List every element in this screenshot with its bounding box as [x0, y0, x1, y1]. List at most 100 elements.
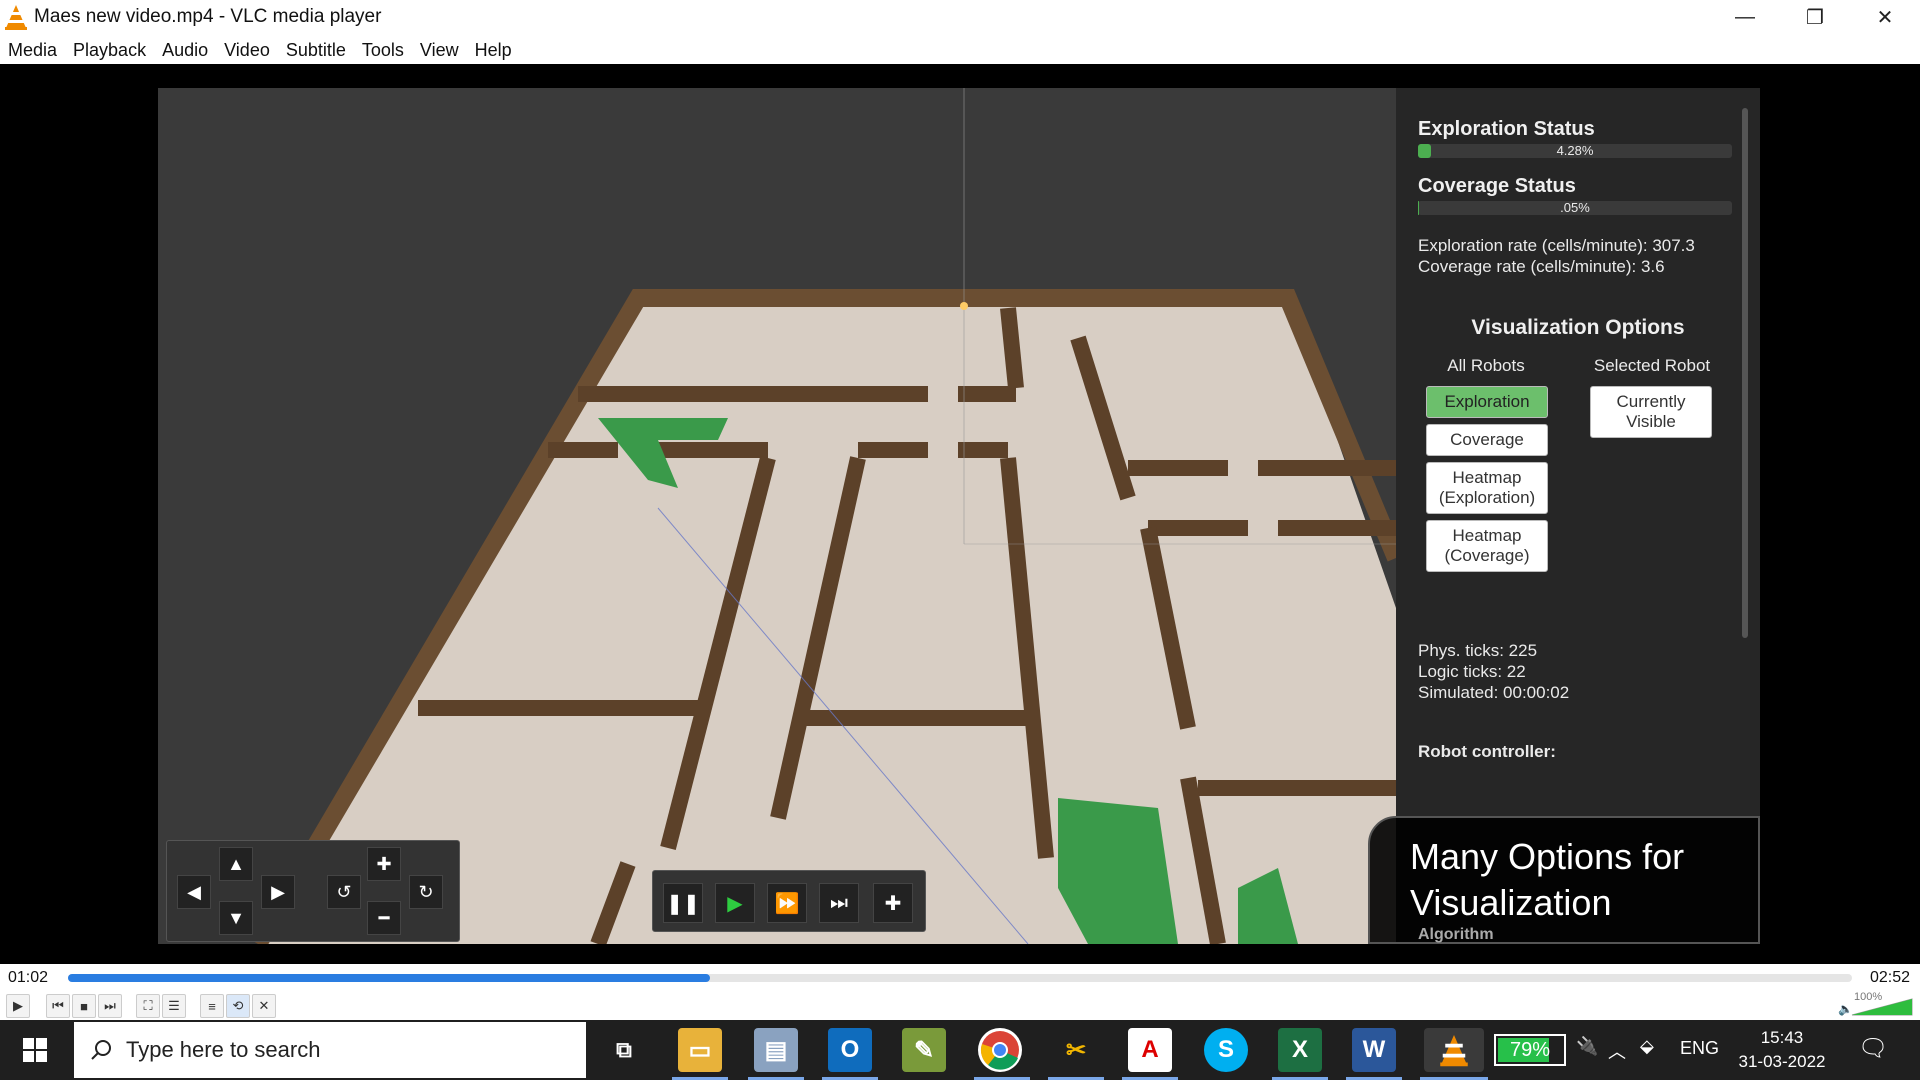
vlc-cone-icon	[1440, 1035, 1468, 1067]
playlist-icon: ≡	[208, 998, 216, 1014]
seek-bar: 01:02 02:52	[0, 964, 1920, 992]
caption-text: Many Options for Visualization	[1410, 834, 1684, 926]
app-pinned-1-button[interactable]: ▤	[754, 1028, 798, 1072]
rotate-right-button[interactable]: ↻	[409, 875, 443, 909]
menu-audio[interactable]: Audio	[154, 40, 216, 61]
visualization-options-title: Visualization Options	[1471, 316, 1685, 339]
exploration-status-title: Exploration Status	[1418, 118, 1595, 140]
menu-media[interactable]: Media	[0, 40, 65, 61]
menu-tools[interactable]: Tools	[354, 40, 412, 61]
right-arrow-icon: ▶	[271, 881, 285, 902]
word-icon: W	[1362, 1036, 1386, 1063]
logic-ticks: Logic ticks: 22	[1418, 662, 1526, 681]
simulated-time: Simulated: 00:00:02	[1418, 683, 1570, 702]
playlist-button[interactable]: ≡	[200, 994, 224, 1018]
maze-scene	[158, 88, 1396, 944]
power-icon[interactable]: 🔌	[1576, 1036, 1598, 1057]
play-button[interactable]: ▶	[6, 994, 30, 1018]
dropbox-icon[interactable]: ⬙	[1640, 1036, 1654, 1057]
restore-button[interactable]: ❐	[1780, 0, 1850, 34]
close-button[interactable]: ✕	[1850, 0, 1920, 34]
stop-button[interactable]: ■	[72, 994, 96, 1018]
caption-subtext: Algorithm	[1418, 926, 1494, 943]
sim-add-button[interactable]: ✚	[873, 883, 913, 923]
video-area[interactable]: Exploration Status 4.28% Coverage Status…	[0, 64, 1920, 964]
maze-render	[250, 88, 1396, 944]
fullscreen-button[interactable]: ⛶	[136, 994, 160, 1018]
acrobat-icon: A	[1141, 1036, 1159, 1063]
file-explorer-button[interactable]: ▭	[678, 1028, 722, 1072]
zoom-in-button[interactable]: ✚	[367, 847, 401, 881]
vlc-taskbar-button[interactable]	[1424, 1028, 1484, 1072]
stop-icon: ■	[80, 998, 88, 1014]
minimize-button[interactable]: —	[1710, 0, 1780, 34]
task-view-button[interactable]: ⧉	[602, 1028, 646, 1072]
menu-playback[interactable]: Playback	[65, 40, 154, 61]
menu-subtitle[interactable]: Subtitle	[278, 40, 354, 61]
next-button[interactable]: ⏭	[98, 994, 122, 1018]
play-icon: ▶	[13, 998, 23, 1013]
pan-up-button[interactable]: ▲	[219, 847, 253, 881]
menu-video[interactable]: Video	[216, 40, 278, 61]
coverage-button[interactable]: Coverage	[1426, 424, 1548, 456]
menu-help[interactable]: Help	[467, 40, 520, 61]
window-title: Maes new video.mp4 - VLC media player	[34, 6, 382, 27]
loop-button[interactable]: ⟲	[226, 994, 250, 1018]
clock[interactable]: 15:43 31-03-2022	[1734, 1026, 1830, 1074]
acrobat-button[interactable]: A	[1128, 1028, 1172, 1072]
taskbar-search[interactable]: Type here to search	[74, 1022, 586, 1078]
zoom-out-button[interactable]: ━	[367, 901, 401, 935]
pan-right-button[interactable]: ▶	[261, 875, 295, 909]
extended-settings-button[interactable]: ☰	[162, 994, 186, 1018]
minus-icon: ━	[378, 907, 390, 928]
chrome-button[interactable]	[978, 1028, 1022, 1072]
simulation-controls: ❚❚ ▶ ⏩ ⏭ ✚	[652, 870, 926, 932]
heatmap-coverage-button[interactable]: Heatmap (Coverage)	[1426, 520, 1548, 572]
rotate-left-button[interactable]: ↺	[327, 875, 361, 909]
volume-control[interactable]: 100% 🔈	[1838, 991, 1914, 1017]
word-button[interactable]: W	[1352, 1028, 1396, 1072]
play-icon: ▶	[727, 892, 743, 915]
notification-icon[interactable]: 🗨	[1858, 1034, 1888, 1063]
equalizer-icon: ☰	[168, 998, 180, 1013]
exploration-percent: 4.28%	[1556, 143, 1594, 158]
sim-fast-forward-button[interactable]: ⏩	[767, 883, 807, 923]
heatmap-exploration-button[interactable]: Heatmap (Exploration)	[1426, 462, 1548, 514]
snip-tool-button[interactable]: ✂	[1054, 1028, 1098, 1072]
tick-stats: Phys. ticks: 225 Logic ticks: 22 Simulat…	[1418, 640, 1569, 703]
sim-skip-button[interactable]: ⏭	[819, 883, 859, 923]
coverage-progress: .05%	[1418, 200, 1732, 215]
outlook-button[interactable]: O	[828, 1028, 872, 1072]
exploration-button[interactable]: Exploration	[1426, 386, 1548, 418]
folder-icon: ▭	[688, 1036, 712, 1064]
panel-scrollbar[interactable]	[1742, 108, 1748, 638]
rotate-right-icon: ↻	[418, 881, 434, 902]
pan-down-button[interactable]: ▼	[219, 901, 253, 935]
app-pinned-2-button[interactable]: ✎	[902, 1028, 946, 1072]
up-arrow-icon: ▲	[227, 853, 245, 874]
sim-play-button[interactable]: ▶	[715, 883, 755, 923]
menu-bar: Media Playback Audio Video Subtitle Tool…	[0, 36, 520, 64]
taskbar: Type here to search ⧉ ▭ ▤ O ✎ ✂ A S X W …	[0, 1020, 1920, 1080]
shuffle-button[interactable]: ✕	[252, 994, 276, 1018]
menu-view[interactable]: View	[412, 40, 467, 61]
currently-visible-button[interactable]: Currently Visible	[1590, 386, 1712, 438]
chevron-up-icon[interactable]: ︿	[1608, 1038, 1626, 1064]
sim-pause-button[interactable]: ❚❚	[663, 883, 703, 923]
pan-left-button[interactable]: ◀	[177, 875, 211, 909]
skype-icon: S	[1217, 1036, 1234, 1063]
exploration-progress: 4.28%	[1418, 143, 1732, 158]
start-button[interactable]	[0, 1020, 70, 1080]
skype-button[interactable]: S	[1204, 1028, 1248, 1072]
pause-icon: ❚❚	[666, 892, 700, 915]
excel-button[interactable]: X	[1278, 1028, 1322, 1072]
snip-icon: ✂	[1065, 1036, 1087, 1064]
currently-visible-line2: Visible	[1626, 412, 1676, 431]
battery-indicator[interactable]: 79%	[1494, 1034, 1566, 1066]
language-indicator[interactable]: ENG	[1680, 1038, 1719, 1059]
rotate-left-icon: ↺	[336, 881, 352, 902]
seek-track[interactable]	[68, 974, 1852, 982]
minimize-icon: —	[1735, 5, 1755, 28]
task-view-icon: ⧉	[616, 1037, 632, 1062]
previous-button[interactable]: ⏮	[46, 994, 70, 1018]
